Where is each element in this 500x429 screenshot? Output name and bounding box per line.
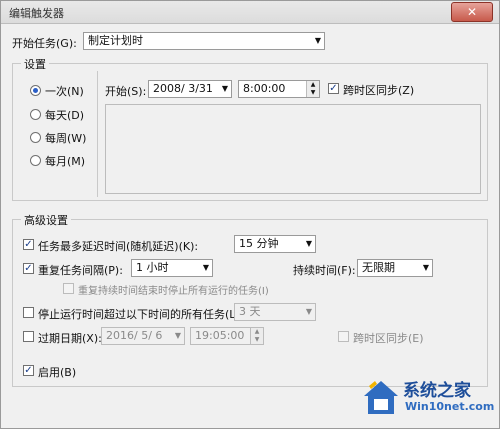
watermark-text: 系统之家 [403,381,471,401]
radio-monthly-label: 每月(M) [45,155,86,168]
expire-label: 过期日期(X): [38,332,102,345]
chevron-down-icon: ▼ [422,263,429,272]
delay-value: 15 分钟 [239,237,279,250]
radio-once[interactable] [30,85,41,96]
chevron-down-icon: ▼ [305,239,312,248]
stop-longer-checkbox[interactable] [23,307,34,318]
start-task-dropdown[interactable]: 制定计划时 ▼ [83,32,325,50]
edit-trigger-dialog: 编辑触发器 ✕ 开始任务(G): 制定计划时 ▼ 设置 一次(N) 每天(D) … [0,0,500,429]
chevron-down-icon: ▼ [202,263,209,272]
repeat-label: 重复任务间隔(P): [38,264,123,277]
enabled-label: 启用(B) [38,366,77,379]
schedule-detail-panel [105,104,481,194]
repeat-interval-value: 1 小时 [136,261,169,274]
advanced-legend: 高级设置 [21,212,71,228]
start-date-label: 开始(S): [105,85,147,98]
watermark-logo: 系统之家 Win10net.com [355,372,495,424]
duration-label: 持续时间(F): [293,264,356,277]
settings-legend: 设置 [21,56,49,72]
expire-time-value: 19:05:00 [195,329,245,342]
spin-updown-icon[interactable]: ▲ ▼ [306,81,319,97]
repeat-checkbox[interactable]: ✓ [23,263,34,274]
delay-checkbox[interactable]: ✓ [23,239,34,250]
expire-sync-label: 跨时区同步(E) [353,332,424,345]
expire-date-picker[interactable]: 2016/ 5/ 6 ▼ [101,327,185,345]
delay-dropdown[interactable]: 15 分钟 ▼ [234,235,316,253]
delay-label: 任务最多延迟时间(随机延迟)(K): [38,240,199,253]
stop-longer-dropdown[interactable]: 3 天 ▼ [234,303,316,321]
expire-sync-checkbox[interactable] [338,331,349,342]
close-button[interactable]: ✕ [451,2,493,22]
chevron-down-icon: ▼ [305,307,312,316]
expire-time-spinner[interactable]: 19:05:00 ▲ ▼ [190,327,264,345]
start-task-label: 开始任务(G): [12,37,77,50]
enabled-checkbox[interactable]: ✓ [23,365,34,376]
start-time-value: 8:00:00 [243,82,286,95]
window-title: 编辑触发器 [9,7,64,20]
radio-weekly-label: 每周(W) [45,132,87,145]
duration-value: 无限期 [362,261,395,274]
title-bar: 编辑触发器 ✕ [1,1,499,24]
radio-once-label: 一次(N) [45,85,84,98]
start-date-value: 2008/ 3/31 [153,82,213,95]
radio-daily-label: 每天(D) [45,109,85,122]
house-logo-icon [364,381,398,414]
settings-divider [97,71,98,197]
stop-at-end-checkbox[interactable] [63,283,74,294]
sync-timezone-label: 跨时区同步(Z) [343,84,415,97]
watermark-url: Win10net.com [405,400,495,413]
radio-monthly[interactable] [30,155,41,166]
repeat-interval-dropdown[interactable]: 1 小时 ▼ [131,259,213,277]
spin-updown-icon[interactable]: ▲ ▼ [250,328,263,344]
stop-longer-value: 3 天 [239,305,261,318]
radio-weekly[interactable] [30,132,41,143]
start-date-picker[interactable]: 2008/ 3/31 ▼ [148,80,232,98]
radio-daily[interactable] [30,109,41,120]
chevron-down-icon: ▼ [174,331,181,340]
chevron-down-icon: ▼ [221,84,228,93]
chevron-down-icon: ▼ [314,36,321,45]
stop-at-end-label: 重复持续时间结束时停止所有运行的任务(I) [78,286,269,297]
sync-timezone-checkbox[interactable]: ✓ [328,83,339,94]
expire-date-value: 2016/ 5/ 6 [106,329,163,342]
stop-longer-label: 停止运行时间超过以下时间的所有任务(L): [38,308,244,321]
start-task-value: 制定计划时 [88,34,143,47]
duration-dropdown[interactable]: 无限期 ▼ [357,259,433,277]
expire-checkbox[interactable] [23,331,34,342]
start-time-spinner[interactable]: 8:00:00 ▲ ▼ [238,80,320,98]
